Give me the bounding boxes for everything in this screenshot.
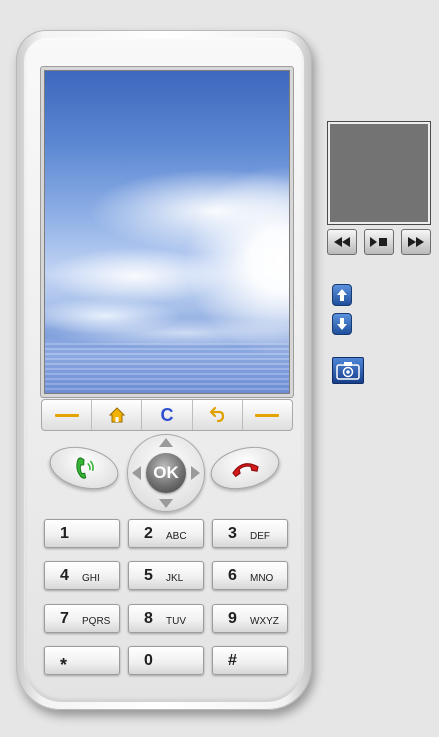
key-letters: GHI [82,573,100,584]
key-hash[interactable]: # [212,646,288,675]
fast-forward-button[interactable] [401,229,431,255]
key-8[interactable]: 8 TUV [128,604,204,633]
rewind-icon [334,237,350,247]
navigation-pad: OK [127,434,205,512]
key-0[interactable]: 0 [128,646,204,675]
nav-right-button[interactable] [191,466,200,480]
key-digit: 6 [228,567,237,584]
key-letters: DEF [250,531,270,542]
key-digit: # [228,652,237,669]
nav-down-button[interactable] [159,499,173,508]
clear-key-label: C [160,404,174,425]
key-digit: 7 [60,610,69,627]
play-pause-icon [370,237,387,247]
key-letters: PQRS [82,616,111,627]
left-softkey[interactable] [42,400,93,430]
phone-red-icon [232,463,259,478]
key-letters: WXYZ [250,616,279,627]
home-key[interactable] [92,400,143,430]
scroll-down-button[interactable] [332,313,352,335]
key-6[interactable]: 6 MNO [212,561,288,590]
key-7[interactable]: 7 PQRS [44,604,120,633]
key-1[interactable]: 1 [44,519,120,548]
key-digit: 9 [228,610,237,627]
key-5[interactable]: 5 JKL [128,561,204,590]
softkey-bar: C [41,399,293,431]
key-letters: JKL [166,573,184,584]
camera-button[interactable] [332,357,364,384]
phone-screen [44,70,290,394]
right-softkey[interactable] [243,400,292,430]
phone-green-icon [76,457,94,479]
camera-icon [336,362,360,380]
arrow-down-icon [337,318,347,330]
fast-forward-icon [408,237,424,247]
back-key[interactable] [193,400,243,430]
back-arrow-icon [210,406,225,423]
ok-label: OK [153,463,179,482]
key-digit: 5 [144,567,153,584]
key-digit: 8 [144,610,153,627]
nav-left-button[interactable] [132,466,141,480]
clear-key[interactable]: C [142,400,193,430]
ok-button[interactable]: OK [146,453,186,493]
scroll-up-button[interactable] [332,284,352,306]
key-digit: 4 [60,567,69,584]
key-digit: * [60,655,68,675]
rewind-button[interactable] [327,229,357,255]
key-letters: TUV [166,616,186,627]
key-digit: 2 [144,525,153,542]
play-pause-button[interactable] [364,229,394,255]
preview-display [327,121,431,225]
key-digit: 3 [228,525,237,542]
key-3[interactable]: 3 DEF [212,519,288,548]
key-4[interactable]: 4 GHI [44,561,120,590]
key-star[interactable]: * [44,646,120,675]
key-digit: 1 [60,525,69,542]
dash-icon [255,413,280,417]
dash-icon [54,413,79,417]
key-letters: MNO [250,573,274,584]
key-digit: 0 [144,652,153,669]
nav-up-button[interactable] [159,438,173,447]
arrow-up-icon [337,289,347,301]
key-9[interactable]: 9 WXYZ [212,604,288,633]
key-2[interactable]: 2 ABC [128,519,204,548]
home-icon [108,407,126,423]
key-letters: ABC [166,531,187,542]
